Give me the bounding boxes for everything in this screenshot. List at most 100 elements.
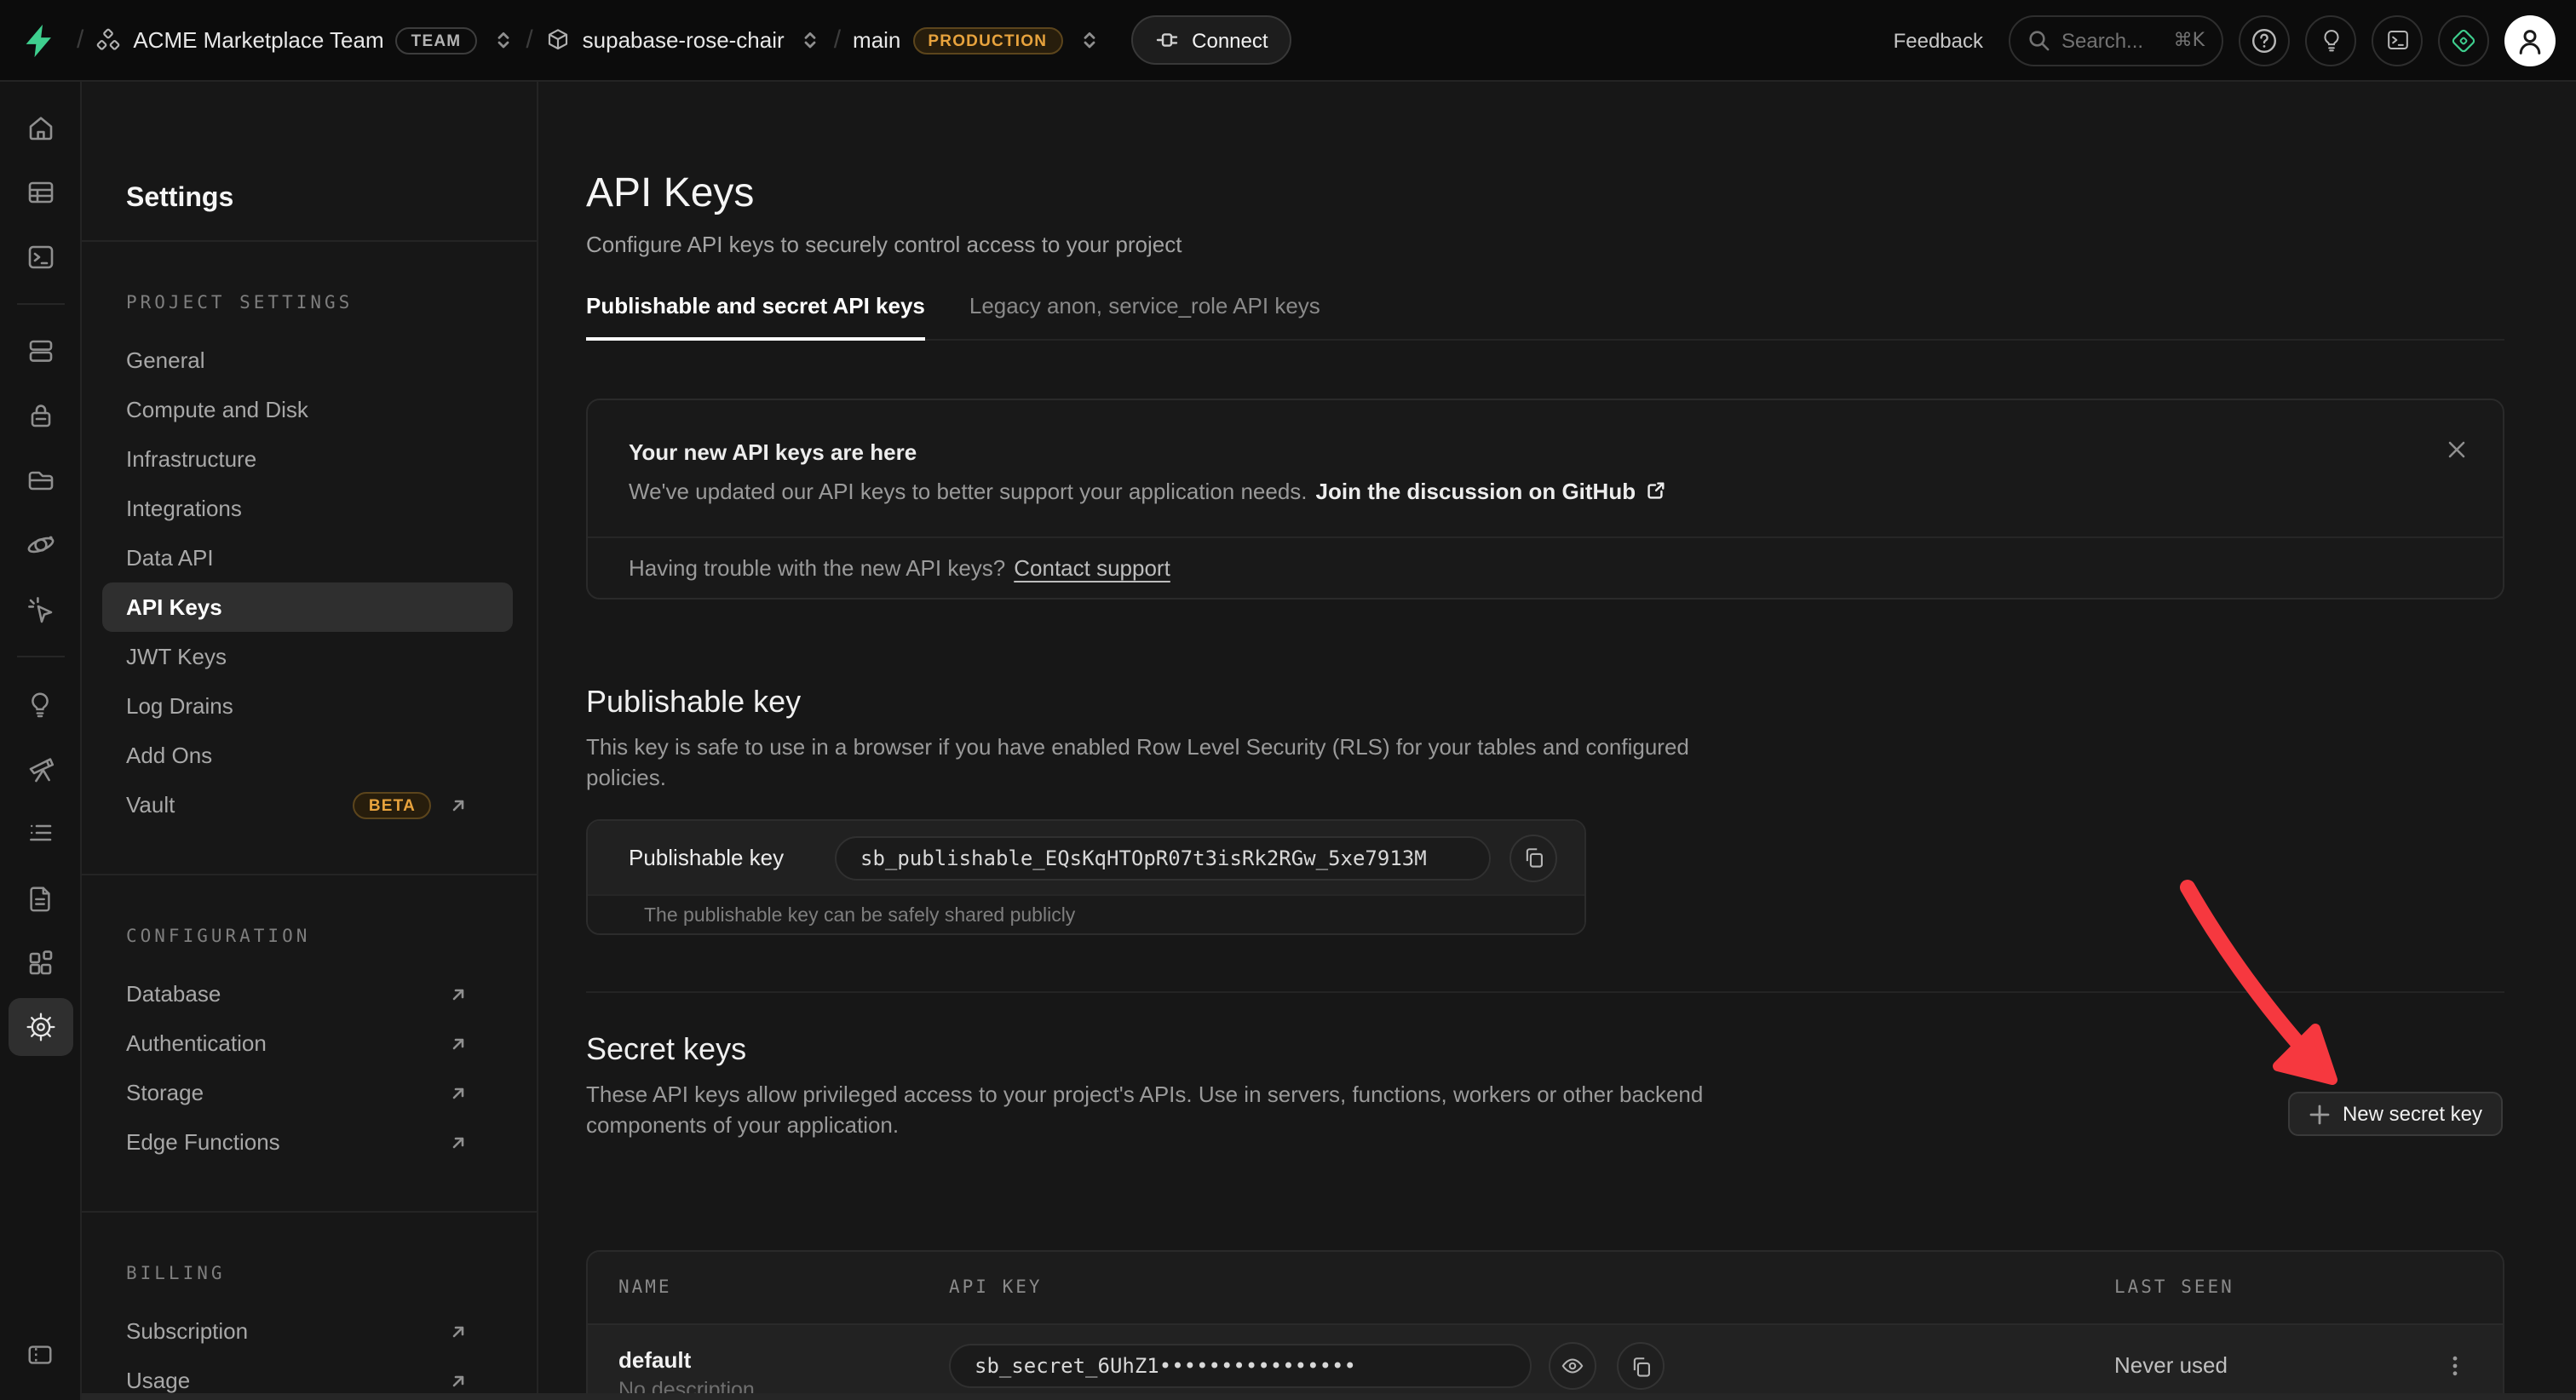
sidebar-item-api-keys[interactable]: API Keys bbox=[102, 582, 513, 632]
sidebar-item-integrations[interactable]: Integrations bbox=[82, 484, 537, 533]
external-link-icon bbox=[448, 1033, 469, 1053]
new-secret-key-button[interactable]: New secret key bbox=[2288, 1092, 2503, 1136]
rail-api-docs-icon[interactable] bbox=[8, 869, 72, 927]
rail-advisors-icon[interactable] bbox=[8, 674, 72, 732]
rail-home-icon[interactable] bbox=[8, 99, 72, 157]
contact-support-link[interactable]: Contact support bbox=[1014, 555, 1170, 581]
lightbulb-button[interactable] bbox=[2305, 14, 2356, 66]
rail-realtime-icon[interactable] bbox=[8, 581, 72, 639]
sidebar-item-database[interactable]: Database bbox=[82, 969, 537, 1018]
item-label: Usage bbox=[126, 1368, 190, 1393]
rail-database-icon[interactable] bbox=[8, 322, 72, 380]
rail-edge-functions-icon[interactable] bbox=[8, 516, 72, 574]
publishable-key-value[interactable]: sb_publishable_EQsKqHTOpR07t3isRk2RGw_5x… bbox=[835, 835, 1491, 880]
branch-switcher-chevron-icon[interactable] bbox=[1078, 29, 1100, 51]
rail-sql-editor-icon[interactable] bbox=[8, 228, 72, 286]
production-badge: PRODUCTION bbox=[912, 26, 1062, 54]
sidebar-item-data-api[interactable]: Data API bbox=[82, 533, 537, 582]
search-icon bbox=[2027, 29, 2050, 51]
supabase-logo-icon[interactable] bbox=[20, 21, 58, 59]
item-label: General bbox=[126, 347, 205, 373]
tab-publishable-secret[interactable]: Publishable and secret API keys bbox=[586, 293, 925, 339]
rail-collapse-sidebar-icon[interactable] bbox=[8, 1325, 72, 1383]
external-link-icon bbox=[448, 795, 469, 815]
search-input[interactable]: Search... ⌘K bbox=[2009, 14, 2223, 66]
close-icon[interactable] bbox=[2435, 427, 2479, 472]
sidebar-title: Settings bbox=[82, 82, 537, 242]
section-label: PROJECT SETTINGS bbox=[82, 293, 537, 313]
org-switcher-chevron-icon[interactable] bbox=[492, 29, 514, 51]
terminal-button[interactable] bbox=[2372, 14, 2423, 66]
new-secret-key-label: New secret key bbox=[2343, 1102, 2482, 1126]
github-discussion-link[interactable]: Join the discussion on GitHub bbox=[1316, 479, 1667, 504]
sidebar-item-subscription[interactable]: Subscription bbox=[82, 1306, 537, 1356]
branch-name: main bbox=[853, 27, 900, 53]
copy-secret-key-button[interactable] bbox=[1617, 1342, 1665, 1390]
item-label: Integrations bbox=[126, 496, 242, 521]
connect-label: Connect bbox=[1192, 28, 1268, 52]
assistant-diamond-button[interactable] bbox=[2438, 14, 2489, 66]
notice-footer: Having trouble with the new API keys? Co… bbox=[588, 536, 2503, 598]
main-content: API Keys Configure API keys to securely … bbox=[538, 82, 2576, 1400]
external-link-icon bbox=[448, 1132, 469, 1152]
search-shortcut: ⌘K bbox=[2174, 29, 2205, 51]
rail-auth-icon[interactable] bbox=[8, 387, 72, 445]
item-label: Infrastructure bbox=[126, 446, 256, 472]
last-seen-value: Never used bbox=[2114, 1352, 2228, 1378]
external-link-box-icon bbox=[1644, 480, 1666, 502]
external-link-icon bbox=[448, 984, 469, 1004]
sidebar-title-text: Settings bbox=[126, 184, 233, 215]
publishable-key-card: Publishable key sb_publishable_EQsKqHTOp… bbox=[586, 819, 1586, 935]
project-box-icon bbox=[545, 27, 571, 53]
page-title: API Keys bbox=[586, 170, 754, 218]
sidebar-item-general[interactable]: General bbox=[82, 336, 537, 385]
copy-publishable-key-button[interactable] bbox=[1509, 834, 1557, 881]
connect-button[interactable]: Connect bbox=[1130, 15, 1291, 65]
rail-logs-icon[interactable] bbox=[8, 804, 72, 862]
column-api-key: API KEY bbox=[949, 1277, 1043, 1298]
row-menu-icon[interactable] bbox=[2431, 1342, 2479, 1390]
secret-keys-description: These API keys allow privileged access t… bbox=[586, 1080, 1796, 1141]
icon-rail bbox=[0, 82, 82, 1400]
item-label: Storage bbox=[126, 1080, 204, 1105]
breadcrumb-branch[interactable]: main PRODUCTION bbox=[853, 26, 1100, 54]
item-label: Authentication bbox=[126, 1030, 267, 1056]
user-avatar[interactable] bbox=[2504, 14, 2556, 66]
sidebar-item-compute-and-disk[interactable]: Compute and Disk bbox=[82, 385, 537, 434]
section-label: BILLING bbox=[82, 1264, 537, 1284]
breadcrumb-org[interactable]: ACME Marketplace Team TEAM bbox=[95, 26, 514, 54]
sidebar-item-add-ons[interactable]: Add Ons bbox=[82, 731, 537, 780]
org-badge: TEAM bbox=[396, 26, 477, 54]
sidebar-item-log-drains[interactable]: Log Drains bbox=[82, 681, 537, 731]
sidebar-item-infrastructure[interactable]: Infrastructure bbox=[82, 434, 537, 484]
sidebar-item-storage[interactable]: Storage bbox=[82, 1068, 537, 1117]
rail-integrations-icon[interactable] bbox=[8, 933, 72, 991]
rail-table-editor-icon[interactable] bbox=[8, 164, 72, 221]
item-label: Add Ons bbox=[126, 743, 212, 768]
feedback-link[interactable]: Feedback bbox=[1894, 28, 1983, 52]
beta-badge: BETA bbox=[354, 791, 431, 818]
notice-body: We've updated our API keys to better sup… bbox=[629, 479, 1666, 504]
rail-settings-icon[interactable] bbox=[8, 998, 72, 1056]
item-label: Data API bbox=[126, 545, 214, 571]
project-switcher-chevron-icon[interactable] bbox=[800, 29, 822, 51]
publishable-key-row: Publishable key sb_publishable_EQsKqHTOp… bbox=[588, 821, 1584, 894]
sidebar-item-vault[interactable]: Vault BETA bbox=[82, 780, 537, 829]
secret-key-masked-value[interactable]: sb_secret_6UhZ1•••••••••••••••• bbox=[949, 1344, 1532, 1388]
rail-reports-icon[interactable] bbox=[8, 739, 72, 797]
notice-body-text: We've updated our API keys to better sup… bbox=[629, 479, 1308, 504]
notice-title: Your new API keys are here bbox=[629, 439, 917, 465]
tab-legacy-keys[interactable]: Legacy anon, service_role API keys bbox=[969, 293, 1320, 339]
sidebar-section-configuration: CONFIGURATION Database Authentication St… bbox=[82, 875, 537, 1213]
rail-storage-icon[interactable] bbox=[8, 451, 72, 509]
breadcrumb-project[interactable]: supabase-rose-chair bbox=[545, 27, 822, 53]
sidebar-item-edge-functions[interactable]: Edge Functions bbox=[82, 1117, 537, 1167]
sidebar-section-billing: BILLING Subscription Usage bbox=[82, 1213, 537, 1400]
item-label: Edge Functions bbox=[126, 1129, 280, 1155]
sidebar-item-jwt-keys[interactable]: JWT Keys bbox=[82, 632, 537, 681]
top-navigation: / ACME Marketplace Team TEAM / supabase-… bbox=[0, 0, 2576, 82]
sidebar-item-authentication[interactable]: Authentication bbox=[82, 1018, 537, 1068]
publishable-key-field-label: Publishable key bbox=[629, 845, 835, 870]
help-button[interactable] bbox=[2239, 14, 2290, 66]
reveal-key-button[interactable] bbox=[1549, 1342, 1596, 1390]
